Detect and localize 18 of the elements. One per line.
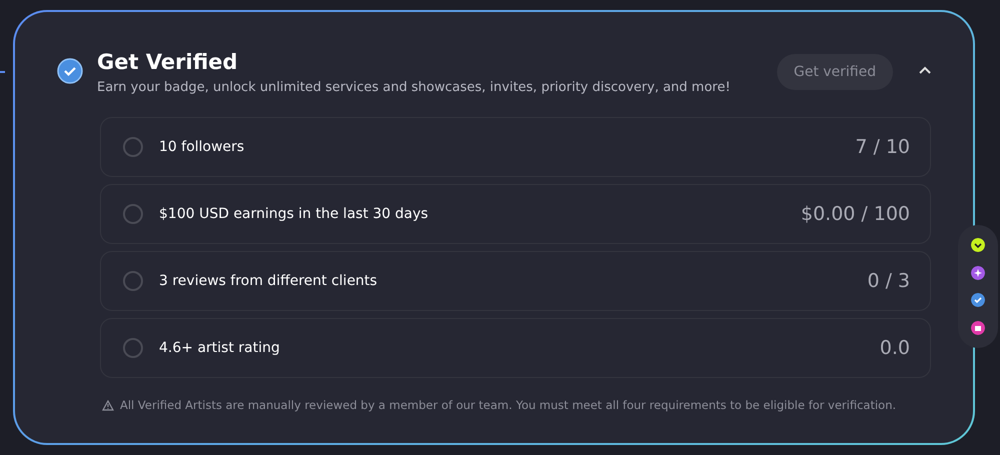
card-subtitle: Earn your badge, unlock unlimited services and showcases, invites, priority discovery, and more! — [97, 80, 732, 95]
verification-note: All Verified Artists are manually reviewed by a member of our team. You must meet all four requirements to be eligible for verification. — [120, 398, 896, 412]
collapse-chevron-icon[interactable] — [917, 64, 933, 76]
card-title: Get Verified — [97, 50, 239, 74]
sparkle-icon[interactable] — [971, 266, 985, 280]
chevron-icon[interactable] — [971, 238, 985, 252]
requirement-label: 4.6+ artist rating — [159, 340, 281, 356]
requirement-label: $100 USD earnings in the last 30 days — [159, 206, 430, 222]
store-icon[interactable] — [971, 320, 985, 335]
warning-icon — [102, 400, 114, 410]
check-icon[interactable] — [971, 293, 985, 308]
progress-count: 0.0 — [880, 337, 910, 359]
progress-count: 7 / 10 — [855, 136, 910, 158]
progress-count: 0 / 3 — [867, 270, 910, 292]
requirement-label: 3 reviews from different clients — [159, 273, 378, 289]
progress-count: $0.00 / 100 — [800, 203, 910, 225]
requirement-label: 10 followers — [159, 139, 246, 155]
verified-badge-icon — [57, 58, 83, 84]
